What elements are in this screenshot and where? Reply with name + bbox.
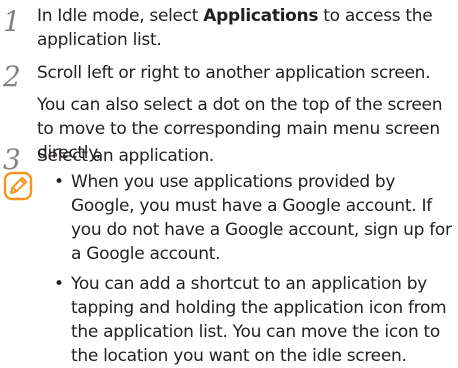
note-text: You can add a shortcut to an application… — [71, 274, 447, 366]
step-number: 2 — [3, 60, 21, 93]
note-pencil-icon — [3, 171, 33, 201]
step-number: 3 — [3, 143, 21, 176]
bullet: • — [54, 172, 64, 192]
step-paragraph: Select an application. — [37, 146, 215, 166]
bullet: • — [54, 274, 64, 294]
step-paragraph: Scroll left or right to another applicat… — [37, 63, 431, 83]
applications-term: Applications — [203, 6, 319, 26]
note-list: • When you use applications provided by G… — [54, 170, 458, 368]
note-item: • When you use applications provided by G… — [54, 170, 458, 266]
note-text: When you use applications provided by Go… — [71, 172, 452, 264]
step-text: In Idle mode, select Applications to acc… — [37, 4, 454, 52]
step-number: 1 — [3, 5, 21, 38]
step-text-part: In Idle mode, select — [37, 6, 204, 26]
note-item: • You can add a shortcut to an applicatio… — [54, 272, 458, 368]
step-text: Select an application. — [37, 144, 454, 168]
